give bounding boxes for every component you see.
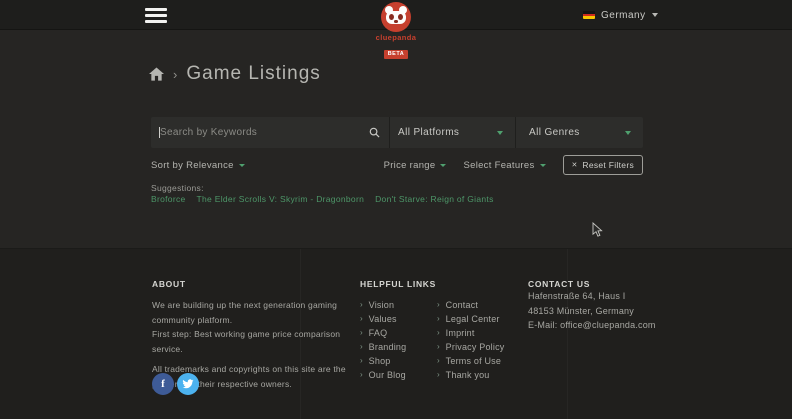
- genres-dropdown[interactable]: All Genres: [516, 117, 643, 148]
- footer-link-our-blog[interactable]: › Our Blog: [360, 368, 437, 382]
- chevron-down-icon: [625, 130, 631, 135]
- chevron-right-icon: ›: [437, 300, 440, 309]
- breadcrumb: › Game Listings: [149, 63, 321, 85]
- footer-link-privacy-policy[interactable]: › Privacy Policy: [437, 340, 505, 354]
- hamburger-icon: [145, 8, 167, 11]
- chevron-right-icon: ›: [360, 342, 363, 351]
- contact-address-line: Hafenstraße 64, Haus I: [528, 291, 626, 301]
- chevron-right-icon: ›: [360, 370, 363, 379]
- germany-flag-icon: [583, 11, 595, 19]
- footer-link-thank-you[interactable]: › Thank you: [437, 368, 505, 382]
- search-box: [151, 117, 389, 148]
- search-panel: All Platforms All Genres: [151, 117, 643, 148]
- chevron-down-icon: [651, 13, 658, 17]
- chevron-down-icon: [238, 164, 245, 167]
- chevron-right-icon: ›: [360, 356, 363, 365]
- chevron-right-icon: ›: [360, 314, 363, 323]
- platforms-label: All Platforms: [398, 127, 460, 138]
- suggestion-link[interactable]: Don't Starve: Reign of Giants: [375, 194, 494, 204]
- hamburger-menu-button[interactable]: [145, 8, 167, 23]
- social-buttons: f: [152, 373, 199, 395]
- beta-badge: BETA: [383, 50, 409, 59]
- reset-filters-button[interactable]: ✕ Reset Filters: [562, 155, 643, 175]
- chevron-right-icon: ›: [360, 328, 363, 337]
- filter-row: Sort by Relevance Price range Select Fea…: [151, 155, 643, 175]
- chevron-down-icon: [539, 164, 546, 167]
- suggestion-link[interactable]: The Elder Scrolls V: Skyrim - Dragonborn: [197, 194, 365, 204]
- cluepanda-logo[interactable]: cluepanda BETA: [370, 2, 422, 60]
- helpful-links-column-2: › Contact › Legal Center › Imprint › Privacy…: [437, 298, 505, 382]
- text-caret: [159, 127, 160, 138]
- chevron-right-icon: ›: [437, 314, 440, 323]
- platforms-dropdown[interactable]: All Platforms: [390, 117, 515, 148]
- footer-link-imprint[interactable]: › Imprint: [437, 326, 505, 340]
- language-label: Germany: [601, 9, 646, 21]
- sort-label: Sort by Relevance: [151, 159, 234, 171]
- facebook-icon: f: [161, 378, 165, 390]
- footer-link-contact[interactable]: › Contact: [437, 298, 505, 312]
- suggestions-links: Broforce The Elder Scrolls V: Skyrim - D…: [151, 194, 494, 204]
- price-range-dropdown[interactable]: Price range: [384, 160, 447, 171]
- breadcrumb-chevron-icon: ›: [173, 66, 178, 82]
- footer-link-legal-center[interactable]: › Legal Center: [437, 312, 505, 326]
- genres-label: All Genres: [529, 127, 580, 138]
- about-text: We are building up the next generation g…: [152, 300, 338, 325]
- chevron-right-icon: ›: [360, 300, 363, 309]
- email-label: E-Mail:: [528, 320, 558, 330]
- mouse-cursor: [592, 222, 603, 237]
- contact-address-line: 48153 Münster, Germany: [528, 305, 634, 316]
- footer-links-section: HELPFUL LINKS › Vision › Values › FAQ › Bran…: [360, 279, 505, 382]
- twitter-button[interactable]: [177, 373, 199, 395]
- facebook-button[interactable]: f: [152, 373, 174, 395]
- sort-dropdown[interactable]: Sort by Relevance: [151, 160, 245, 171]
- page-title: Game Listings: [186, 63, 321, 84]
- close-icon: ✕: [571, 161, 578, 169]
- about-text: First step: Best working game price comp…: [152, 329, 341, 354]
- footer-link-branding[interactable]: › Branding: [360, 340, 437, 354]
- select-features-label: Select Features: [463, 159, 535, 171]
- suggestions-label: Suggestions:: [151, 183, 204, 193]
- search-icon[interactable]: [369, 127, 380, 138]
- chevron-down-icon: [497, 130, 503, 135]
- chevron-down-icon: [440, 164, 447, 167]
- select-features-dropdown[interactable]: Select Features: [463, 159, 546, 171]
- panda-logo-icon: [381, 2, 411, 32]
- home-icon[interactable]: [149, 67, 164, 81]
- helpful-links-column-1: › Vision › Values › FAQ › Branding › Shop › Ou…: [360, 298, 437, 382]
- language-selector[interactable]: Germany: [583, 7, 658, 23]
- brand-name: cluepanda: [375, 33, 417, 42]
- footer: ABOUT We are building up the next genera…: [0, 248, 792, 419]
- contact-us-heading: CONTACT US: [528, 279, 591, 289]
- reset-filters-label: Reset Filters: [582, 160, 634, 170]
- chevron-right-icon: ›: [437, 370, 440, 379]
- footer-link-terms-of-use[interactable]: › Terms of Use: [437, 354, 505, 368]
- price-range-label: Price range: [383, 159, 436, 171]
- footer-contact-section: CONTACT US Hafenstraße 64, Haus I 48153 …: [528, 279, 656, 333]
- contact-email-line: E-Mail: office@cluepanda.com: [528, 318, 656, 333]
- twitter-icon: [182, 379, 194, 389]
- chevron-right-icon: ›: [437, 328, 440, 337]
- about-heading: ABOUT: [152, 279, 186, 289]
- chevron-right-icon: ›: [437, 342, 440, 351]
- page: Germany cluepanda BETA › Game Listings S…: [0, 0, 792, 419]
- footer-link-shop[interactable]: › Shop: [360, 354, 437, 368]
- suggestion-link[interactable]: Broforce: [151, 194, 186, 204]
- footer-divider: [567, 249, 568, 419]
- footer-link-faq[interactable]: › FAQ: [360, 326, 437, 340]
- helpful-links-heading: HELPFUL LINKS: [360, 279, 437, 289]
- footer-link-values[interactable]: › Values: [360, 312, 437, 326]
- email-link[interactable]: office@cluepanda.com: [560, 320, 656, 330]
- chevron-right-icon: ›: [437, 356, 440, 365]
- footer-link-vision[interactable]: › Vision: [360, 298, 437, 312]
- search-input[interactable]: [151, 117, 389, 148]
